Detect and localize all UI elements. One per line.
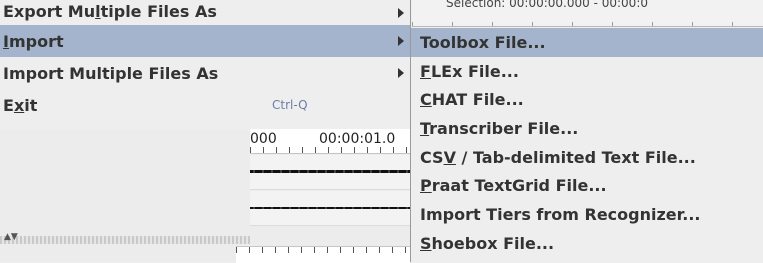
- selection-label: Selection: 00:00:00.000 - 00:00:0: [446, 0, 648, 10]
- ruler-label: 00:00:01.0: [319, 131, 396, 147]
- menu-item-label: Import Multiple Files As: [3, 63, 219, 83]
- ruler-ticks: [236, 247, 410, 253]
- timeline-viewer[interactable]: 000 00:00:01.0 ▲▼: [0, 129, 410, 263]
- submenu-item-label: Shoebox File...: [420, 233, 555, 253]
- menu-item-label: Import: [3, 31, 64, 51]
- menu-item-export-multiple[interactable]: Export Multiple Files As: [0, 0, 410, 25]
- menu-item-import[interactable]: Import: [0, 25, 410, 57]
- submenu-item-transcriber[interactable]: Transcriber File...: [411, 114, 763, 143]
- menu-item-exit[interactable]: Exit Ctrl-Q: [0, 89, 410, 121]
- accelerator-label: Ctrl-Q: [272, 98, 308, 112]
- waveform-track[interactable]: [250, 155, 410, 190]
- waveform-line: [250, 207, 410, 209]
- submenu-item-csv[interactable]: CSV / Tab-delimited Text File...: [411, 143, 763, 172]
- submenu-item-shoebox[interactable]: Shoebox File...: [411, 229, 763, 258]
- menu-item-label: Export Multiple Files As: [3, 2, 217, 21]
- selection-info-bar: Selection: 00:00:00.000 - 00:00:0: [412, 0, 763, 27]
- submenu-item-label: CHAT File...: [420, 90, 524, 110]
- submenu-item-label: Praat TextGrid File...: [420, 176, 607, 196]
- bottom-ruler: [236, 246, 410, 263]
- panel-splitter[interactable]: ▲▼: [0, 232, 250, 244]
- submenu-item-label: Toolbox File...: [420, 32, 546, 52]
- submenu-arrow-icon: [398, 7, 404, 18]
- submenu-item-toolbox[interactable]: Toolbox File...: [411, 28, 763, 57]
- ruler-ticks: [250, 147, 410, 153]
- file-menu: Export Multiple Files As Import Import M…: [0, 0, 411, 121]
- submenu-item-praat[interactable]: Praat TextGrid File...: [411, 171, 763, 200]
- import-submenu: Toolbox File... FLEx File... CHAT File..…: [410, 28, 763, 262]
- submenu-item-label: FLEx File...: [420, 61, 519, 81]
- menu-item-import-multiple[interactable]: Import Multiple Files As: [0, 57, 410, 89]
- waveform-line: [250, 170, 410, 173]
- submenu-item-label: Transcriber File...: [420, 118, 579, 138]
- selection-grid: [412, 22, 763, 26]
- submenu-item-label: CSV / Tab-delimited Text File...: [420, 147, 696, 167]
- ruler-label: 000: [250, 131, 277, 147]
- submenu-arrow-icon: [398, 68, 404, 78]
- time-ruler: 000 00:00:01.0: [250, 129, 410, 154]
- submenu-arrow-icon: [398, 36, 404, 46]
- submenu-item-flex[interactable]: FLEx File...: [411, 57, 763, 86]
- splitter-arrows-icon[interactable]: ▲▼: [4, 232, 18, 242]
- waveform-track[interactable]: [250, 191, 410, 226]
- submenu-item-chat[interactable]: CHAT File...: [411, 85, 763, 114]
- menu-item-label: Exit: [3, 95, 38, 115]
- submenu-item-label: Import Tiers from Recognizer...: [420, 204, 701, 224]
- submenu-item-recognizer[interactable]: Import Tiers from Recognizer...: [411, 200, 763, 229]
